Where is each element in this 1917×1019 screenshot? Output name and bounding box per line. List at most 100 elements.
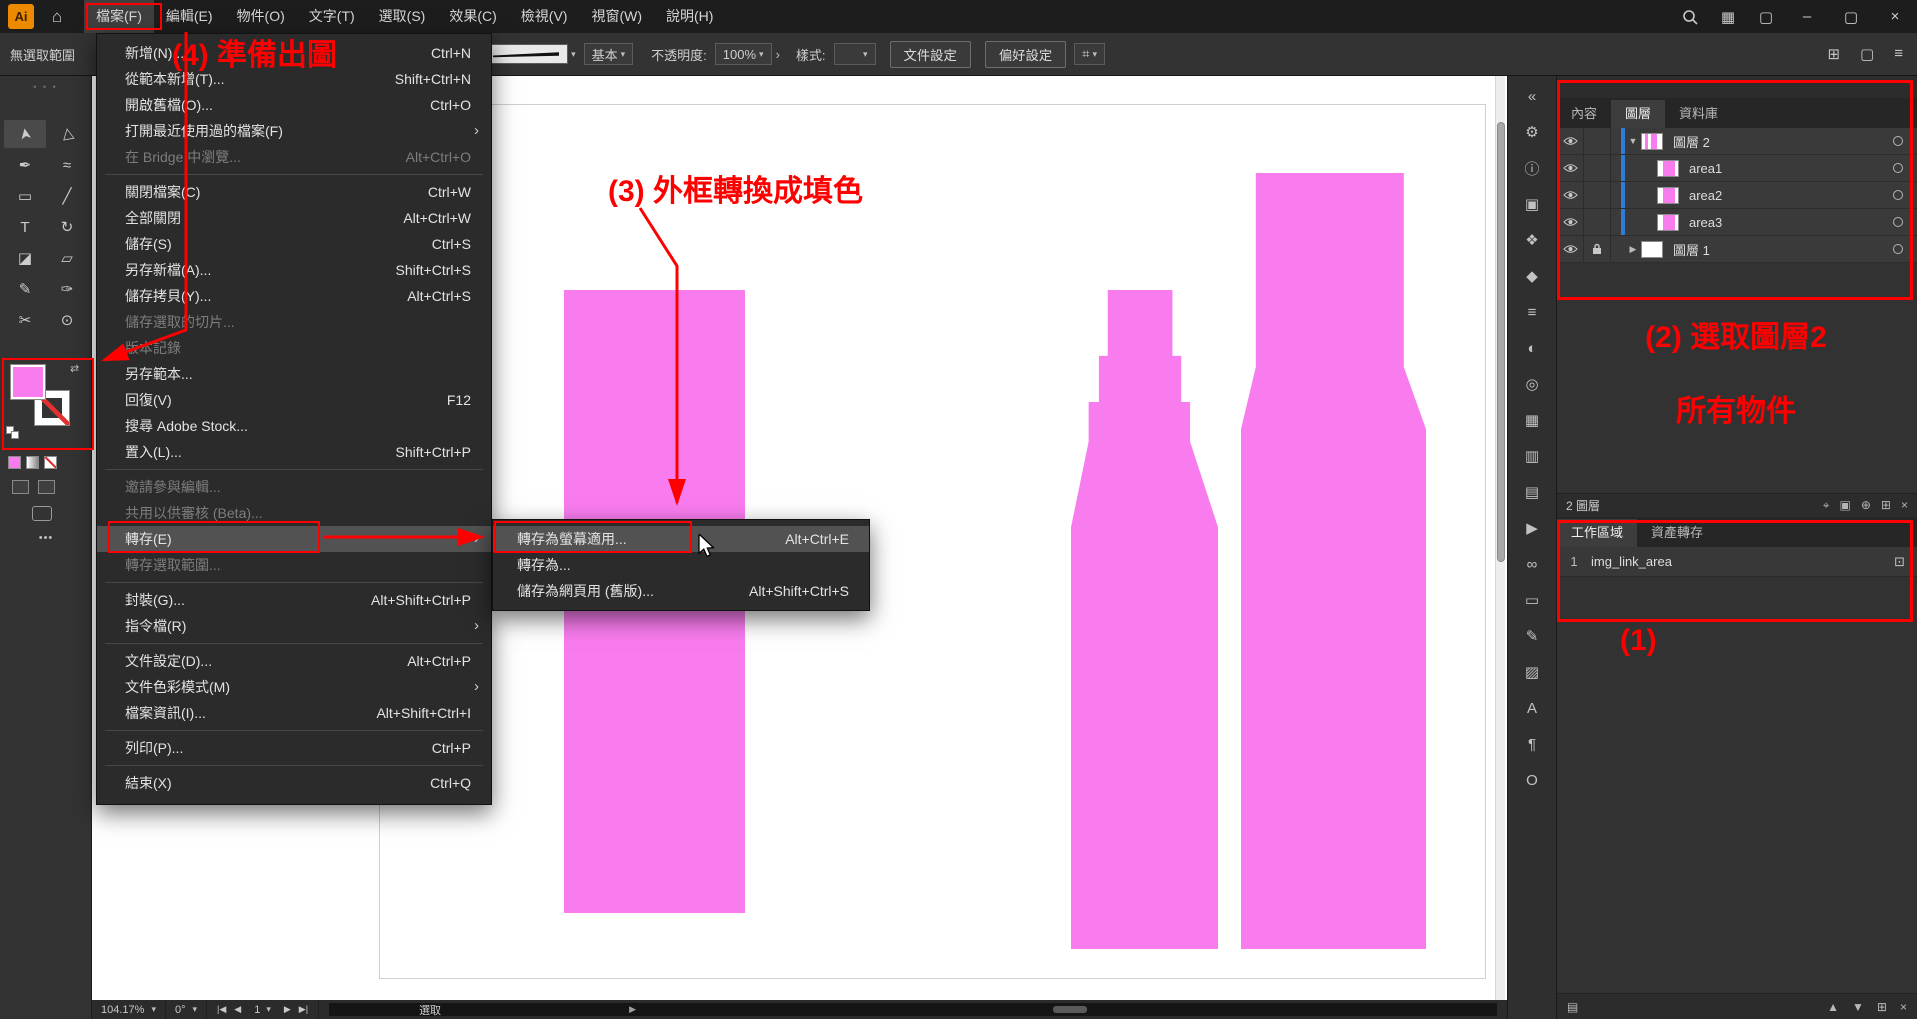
new-sublayer-icon[interactable]: ⊕ xyxy=(1861,498,1871,513)
stroke-profile-caret-icon[interactable]: ▾ xyxy=(571,49,576,60)
lock-icon[interactable] xyxy=(1584,155,1611,181)
file-menu-item[interactable]: 新增(N)... Ctrl+N xyxy=(97,40,491,66)
lock-icon[interactable] xyxy=(1584,182,1611,208)
file-menu-item[interactable] xyxy=(97,639,491,648)
file-menu-item[interactable]: 轉存選取範圍... xyxy=(97,552,491,578)
file-menu-item[interactable]: 儲存拷貝(Y)... Alt+Ctrl+S xyxy=(97,283,491,309)
style-dropdown[interactable]: ▾ xyxy=(834,43,876,65)
eyedropper-tool[interactable]: ✑ xyxy=(46,275,88,303)
eye-icon[interactable] xyxy=(1557,209,1584,235)
zoom-level-dropdown[interactable]: 104.17%▾ xyxy=(92,1000,166,1019)
brushes-panel-icon[interactable]: ✎ xyxy=(1517,624,1547,648)
file-menu-item[interactable]: 邀請參與編輯... xyxy=(97,474,491,500)
target-circle-icon[interactable] xyxy=(1893,190,1903,200)
eye-icon[interactable] xyxy=(1557,128,1584,154)
previous-artboard-button[interactable]: ◀ xyxy=(234,1004,241,1015)
move-artboard-down-icon[interactable]: ▼ xyxy=(1852,1000,1864,1014)
target-circle-icon[interactable] xyxy=(1893,163,1903,173)
screen-mode-button[interactable] xyxy=(32,506,52,521)
artboard-number-dropdown[interactable]: 1▾ xyxy=(249,1004,276,1016)
menu-help[interactable]: 說明(H) xyxy=(654,0,725,33)
file-menu-item[interactable]: 文件色彩模式(M) xyxy=(97,674,491,700)
draw-behind-button[interactable] xyxy=(38,480,55,494)
toolbar-drag-handle[interactable]: • • • xyxy=(0,82,91,92)
paragraph-panel-icon[interactable]: ¶ xyxy=(1517,732,1547,756)
last-artboard-button[interactable]: ▶| xyxy=(299,1004,308,1015)
move-artboard-up-icon[interactable]: ▲ xyxy=(1827,1000,1839,1014)
opentype-panel-icon[interactable]: O xyxy=(1517,768,1547,792)
lock-icon[interactable] xyxy=(1584,209,1611,235)
file-menu-item[interactable]: 版本記錄 xyxy=(97,335,491,361)
pink-bottle-shape-1[interactable] xyxy=(1071,290,1218,949)
rotation-dropdown[interactable]: 0°▾ xyxy=(166,1000,207,1019)
file-menu-item[interactable]: 轉存(E) xyxy=(97,526,491,552)
locate-object-icon[interactable]: ⌖ xyxy=(1823,498,1830,513)
transform-panel-icon[interactable]: ▣ xyxy=(1517,192,1547,216)
menu-select[interactable]: 選取(S) xyxy=(367,0,438,33)
delete-layer-icon[interactable]: × xyxy=(1901,498,1908,513)
menu-object[interactable]: 物件(O) xyxy=(225,0,297,33)
line-segment-tool[interactable]: ╱ xyxy=(46,182,88,210)
tab-content[interactable]: 內容 xyxy=(1557,100,1611,128)
eye-icon[interactable] xyxy=(1557,155,1584,181)
transparency-panel-icon[interactable]: ◐ xyxy=(1517,336,1547,360)
disclosure-icon[interactable] xyxy=(1625,136,1641,146)
layer-row[interactable]: area2 xyxy=(1557,182,1917,209)
file-menu-item[interactable]: 另存新檔(A)... Shift+Ctrl+S xyxy=(97,257,491,283)
canvas-horizontal-scrollbar[interactable] xyxy=(1053,1006,1087,1013)
artboard-options-icon[interactable]: ▤ xyxy=(1567,1000,1578,1014)
file-menu-item[interactable]: 全部關閉 Alt+Ctrl+W xyxy=(97,205,491,231)
file-menu-item[interactable]: 搜尋 Adobe Stock... xyxy=(97,413,491,439)
edit-toolbar-button[interactable]: ••• xyxy=(0,532,92,544)
close-button[interactable]: × xyxy=(1873,0,1917,33)
file-menu-item[interactable]: 打開最近使用過的檔案(F) xyxy=(97,118,491,144)
rectangle-tool[interactable]: ▭ xyxy=(4,182,46,210)
default-fill-stroke-icon[interactable] xyxy=(6,426,20,440)
selection-tool[interactable]: ➤ xyxy=(4,120,46,148)
zoom-tool[interactable]: ⊙ xyxy=(46,306,88,334)
layer-row[interactable]: 圖層 1 xyxy=(1557,236,1917,263)
maximize-button[interactable]: ▢ xyxy=(1829,0,1873,33)
file-menu-item[interactable]: 關閉檔案(C) Ctrl+W xyxy=(97,179,491,205)
properties-panel-icon[interactable]: ⚙ xyxy=(1517,120,1547,144)
info-panel-icon[interactable]: ⓘ xyxy=(1517,156,1547,180)
file-menu-item[interactable]: 結束(X) Ctrl+Q xyxy=(97,770,491,796)
file-menu-item[interactable]: 開啟舊檔(O)... Ctrl+O xyxy=(97,92,491,118)
target-circle-icon[interactable] xyxy=(1893,244,1903,254)
menu-edit[interactable]: 編輯(E) xyxy=(154,0,225,33)
layer-row[interactable]: area3 xyxy=(1557,209,1917,236)
fill-color-swatch[interactable] xyxy=(10,364,46,400)
export-submenu-item[interactable]: 轉存為螢幕適用... Alt+Ctrl+E xyxy=(493,526,869,552)
symbols-panel-icon[interactable]: ▦ xyxy=(1517,408,1547,432)
home-icon[interactable]: ⌂ xyxy=(48,7,66,27)
stroke-profile-dropdown[interactable] xyxy=(484,44,568,64)
actions-panel-icon[interactable]: ▶ xyxy=(1517,516,1547,540)
tab-asset-export[interactable]: 資產轉存 xyxy=(1637,519,1717,547)
menu-effect[interactable]: 效果(C) xyxy=(437,0,508,33)
file-menu-item[interactable]: 從範本新增(T)... Shift+Ctrl+N xyxy=(97,66,491,92)
curvature-tool[interactable]: ≈ xyxy=(46,151,88,179)
preferences-button[interactable]: 偏好設定 xyxy=(985,41,1066,68)
lock-icon[interactable] xyxy=(1584,236,1611,262)
image-trace-panel-icon[interactable]: ▭ xyxy=(1517,588,1547,612)
new-artboard-icon[interactable]: ⊞ xyxy=(1877,1000,1887,1014)
gradient-panel-icon[interactable]: ◆ xyxy=(1517,264,1547,288)
lock-icon[interactable] xyxy=(1584,128,1611,154)
stroke-panel-icon[interactable]: ≡ xyxy=(1517,300,1547,324)
draw-normal-button[interactable] xyxy=(12,480,29,494)
links-panel-icon[interactable]: ∞ xyxy=(1517,552,1547,576)
pathfinder-panel-icon[interactable]: ❖ xyxy=(1517,228,1547,252)
eye-icon[interactable] xyxy=(1557,182,1584,208)
export-submenu-item[interactable]: 轉存為... xyxy=(493,552,869,578)
document-setup-button[interactable]: 文件設定 xyxy=(890,41,971,68)
swap-fill-stroke-icon[interactable]: ⇄ xyxy=(70,362,79,375)
align-options-dropdown[interactable]: ⌗▾ xyxy=(1074,43,1105,65)
tab-libraries[interactable]: 資料庫 xyxy=(1665,100,1732,128)
opacity-input[interactable]: 100%▾ xyxy=(715,43,772,65)
file-menu-item[interactable] xyxy=(97,465,491,474)
pink-bottle-shape-2[interactable] xyxy=(1241,173,1426,949)
none-button[interactable] xyxy=(44,456,57,469)
file-menu-item[interactable] xyxy=(97,726,491,735)
appearance-panel-icon[interactable]: ◎ xyxy=(1517,372,1547,396)
menu-file[interactable]: 檔案(F) xyxy=(84,0,154,33)
